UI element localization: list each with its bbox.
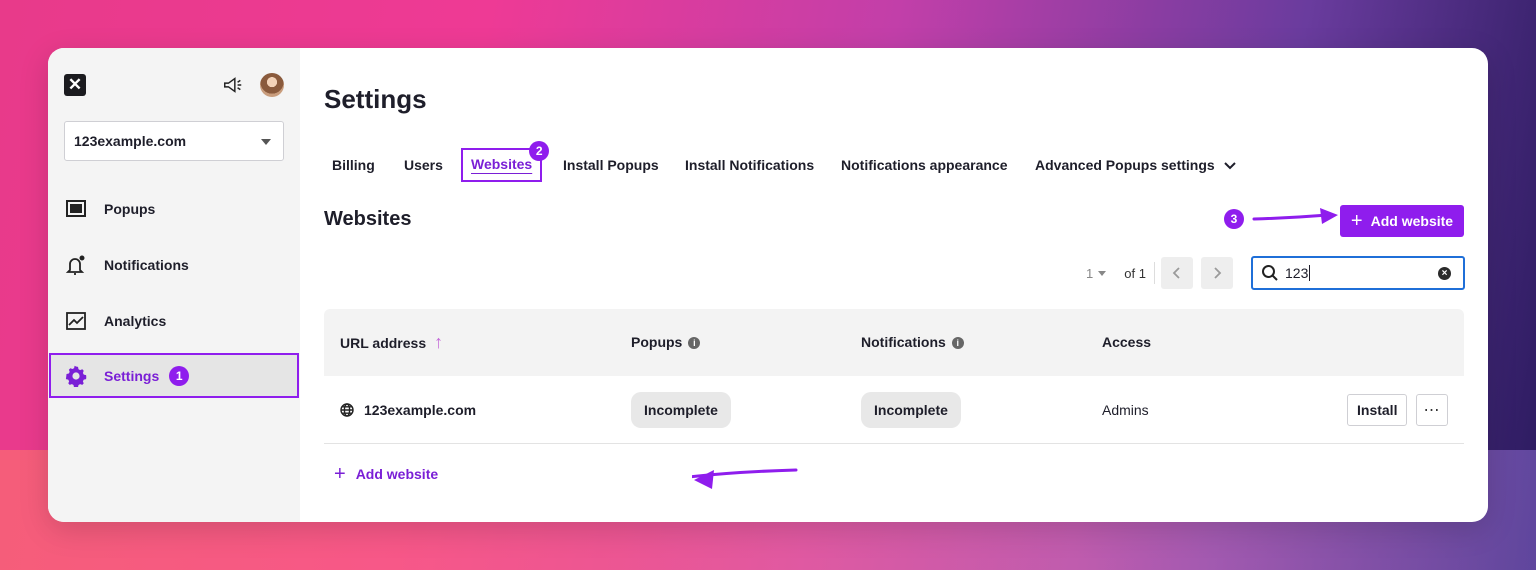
globe-icon — [340, 402, 354, 417]
tab-websites[interactable]: Websites 2 — [461, 141, 550, 182]
section-title: Websites — [324, 208, 412, 230]
page-count: of 1 — [1124, 265, 1146, 281]
search-input[interactable]: 123 × — [1251, 256, 1465, 290]
pagination: 1 of 1 — [1086, 257, 1241, 289]
app-logo[interactable]: ✕ — [64, 74, 86, 96]
status-badge: Incomplete — [861, 391, 961, 428]
chevron-right-icon — [1214, 267, 1222, 279]
add-website-button[interactable]: + Add website — [1340, 205, 1464, 237]
add-website-link-label: Add website — [355, 466, 439, 482]
url-cell: 123example.com — [340, 376, 476, 443]
sidebar-item-settings[interactable]: Settings 1 — [49, 353, 299, 398]
sidebar-item-label: Analytics — [104, 313, 167, 329]
main-content: Settings Billing Users Websites 2 Instal… — [300, 48, 1488, 522]
sidebar-item-popups[interactable]: Popups — [48, 187, 300, 231]
megaphone-icon[interactable] — [222, 74, 244, 96]
install-cell: Install — [1347, 376, 1408, 443]
more-cell: ⋯ — [1416, 376, 1448, 443]
add-website-button-label: Add website — [1370, 213, 1454, 229]
column-label: Popups — [631, 334, 683, 350]
plus-icon: + — [334, 463, 346, 485]
add-website-link[interactable]: + Add website — [334, 464, 438, 484]
plus-icon: + — [1350, 210, 1363, 232]
page-title: Settings — [324, 84, 427, 114]
sidebar: ✕ 123example.com Popups Notifications An… — [48, 48, 300, 522]
step-badge: 3 — [1224, 209, 1244, 229]
column-header-notifications: Notifications i — [861, 309, 964, 376]
table-header: URL address ↑ Popups i Notifications i Acce… — [324, 309, 1464, 376]
install-button[interactable]: Install — [1347, 393, 1408, 426]
popup-window-icon — [66, 200, 86, 217]
chevron-down-icon — [1223, 162, 1236, 170]
more-options-button[interactable]: ⋯ — [1416, 393, 1448, 426]
website-selector[interactable]: 123example.com — [64, 121, 284, 161]
notifications-cell: Incomplete — [861, 376, 961, 443]
arrow-annotation-icon — [692, 468, 798, 489]
search-value: 123 — [1285, 265, 1311, 281]
sidebar-item-label: Settings — [104, 367, 160, 384]
status-badge: Incomplete — [631, 391, 731, 428]
column-header-popups: Popups i — [631, 309, 701, 376]
sort-ascending-icon[interactable]: ↑ — [434, 332, 443, 352]
step-badge: 1 — [169, 365, 190, 386]
bell-icon — [65, 255, 85, 275]
app-window: ✕ 123example.com Popups Notifications An… — [48, 48, 1488, 522]
website-selector-value: 123example.com — [74, 133, 187, 149]
table-row: 123example.com Incomplete Incomplete Adm… — [324, 376, 1464, 444]
sidebar-item-analytics[interactable]: Analytics — [48, 299, 300, 343]
info-icon[interactable]: i — [688, 337, 701, 350]
tab-notifications-appearance[interactable]: Notifications appearance — [841, 148, 1008, 182]
column-label: URL address — [340, 335, 427, 351]
divider — [1153, 262, 1155, 284]
tab-install-popups[interactable]: Install Popups — [563, 148, 659, 182]
column-header-access: Access — [1102, 334, 1152, 350]
sidebar-item-notifications[interactable]: Notifications — [48, 243, 300, 287]
info-icon[interactable]: i — [951, 337, 964, 350]
clear-search-icon[interactable]: × — [1438, 267, 1451, 280]
step-badge: 2 — [529, 141, 550, 161]
previous-page-button[interactable] — [1160, 257, 1193, 289]
caret-down-icon[interactable] — [1098, 270, 1107, 276]
next-page-button[interactable] — [1200, 257, 1233, 289]
tab-users[interactable]: Users — [404, 148, 443, 182]
arrow-annotation-icon — [1252, 208, 1338, 224]
chevron-left-icon — [1172, 267, 1180, 279]
tab-billing[interactable]: Billing — [332, 148, 375, 182]
sidebar-item-label: Popups — [104, 201, 156, 217]
tab-label: Advanced Popups settings — [1035, 157, 1215, 173]
websites-table: URL address ↑ Popups i Notifications i Acce… — [324, 309, 1464, 444]
tab-advanced-popups-settings[interactable]: Advanced Popups settings — [1035, 148, 1237, 182]
search-icon — [1262, 265, 1278, 281]
website-url: 123example.com — [364, 401, 477, 418]
access-value: Admins — [1102, 401, 1149, 418]
tab-label: Websites — [471, 156, 533, 172]
popups-cell: Incomplete — [631, 376, 731, 443]
column-header-url[interactable]: URL address ↑ — [340, 309, 443, 376]
user-avatar[interactable] — [260, 73, 284, 97]
page-number-select[interactable]: 1 — [1086, 266, 1093, 281]
gear-icon — [65, 365, 87, 387]
line-chart-icon — [66, 312, 86, 330]
tab-install-notifications[interactable]: Install Notifications — [685, 148, 814, 182]
column-label: Notifications — [861, 334, 946, 350]
sidebar-item-label: Notifications — [104, 257, 189, 273]
chevron-down-icon — [261, 139, 271, 145]
